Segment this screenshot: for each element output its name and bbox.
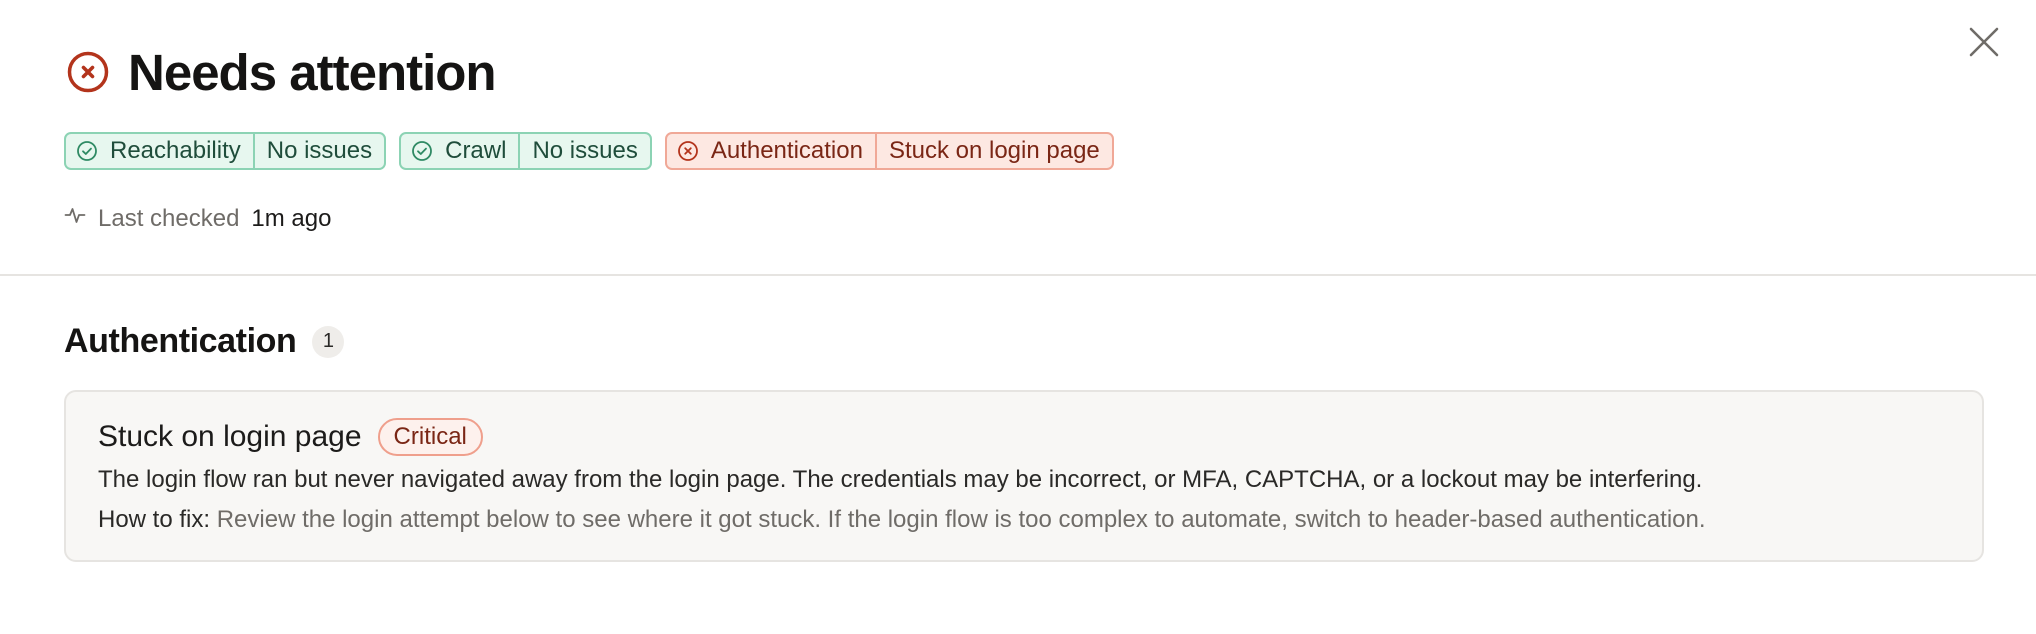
x-circle-icon (677, 141, 698, 161)
badge-value: Stuck on login page (874, 134, 1112, 168)
last-checked: Last checked 1m ago (64, 204, 331, 233)
fix-label: How to fix: (98, 506, 211, 533)
issue-card-header: Stuck on login page Critical (98, 418, 483, 456)
badge-label: Reachability (110, 137, 241, 164)
badge-label: Authentication (710, 137, 863, 164)
issue-fix: How to fix: Review the login attempt bel… (98, 506, 1706, 534)
issue-card: Stuck on login page Critical The login f… (64, 390, 1984, 562)
last-checked-value: 1m ago (251, 204, 332, 232)
issue-description: The login flow ran but never navigated a… (98, 466, 1703, 493)
fix-text: Review the login attempt below to see wh… (216, 506, 1706, 533)
badge-authentication-name: Authentication (667, 134, 875, 168)
issue-title: Stuck on login page (98, 420, 362, 453)
badge-value: No issues (252, 134, 384, 168)
badge-value: No issues (518, 134, 649, 168)
badge-crawl[interactable]: Crawl No issues (399, 132, 652, 170)
badge-reachability-name: Reachability (66, 134, 253, 168)
panel-header: Needs attention Reachability No issues C… (0, 0, 2036, 276)
x-circle-icon (66, 50, 110, 94)
section-header: Authentication 1 (64, 322, 345, 361)
badge-crawl-name: Crawl (401, 134, 518, 168)
severity-badge: Critical (377, 418, 483, 456)
check-circle-icon (77, 141, 97, 161)
section-title: Authentication (64, 322, 297, 360)
status-badges: Reachability No issues Crawl No issues A… (64, 132, 1114, 170)
badge-label: Crawl (445, 137, 507, 164)
close-button[interactable] (1966, 26, 2002, 62)
title-row: Needs attention (66, 40, 497, 104)
badge-reachability[interactable]: Reachability No issues (64, 132, 387, 170)
check-circle-icon (412, 141, 433, 161)
status-panel: Needs attention Reachability No issues C… (0, 0, 2036, 634)
close-icon (1969, 27, 1999, 62)
activity-pulse-icon (64, 204, 86, 233)
badge-authentication[interactable]: Authentication Stuck on login page (664, 132, 1114, 170)
issue-count-badge: 1 (312, 325, 345, 358)
page-title: Needs attention (128, 43, 497, 101)
last-checked-label: Last checked (98, 204, 240, 232)
